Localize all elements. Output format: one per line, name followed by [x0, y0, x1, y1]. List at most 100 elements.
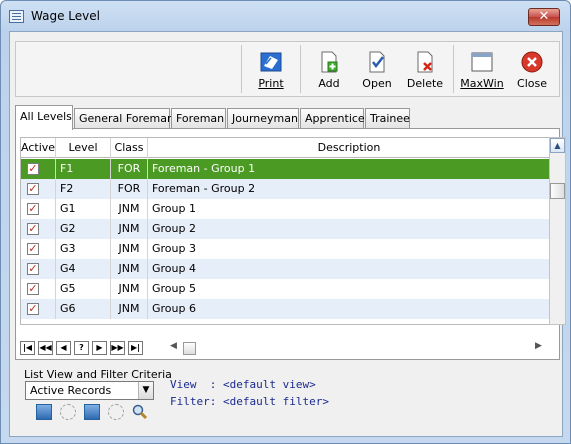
column-header-class[interactable]: Class	[111, 138, 148, 158]
view-criteria-text: View : <default view>	[170, 378, 316, 391]
delete-button[interactable]: Delete	[400, 46, 450, 94]
description-cell: Group 3	[148, 239, 549, 259]
open-button[interactable]: Open	[352, 46, 402, 94]
toolbar-separator	[241, 45, 242, 93]
active-checkbox[interactable]: ✓	[27, 183, 39, 195]
print-icon	[260, 52, 282, 72]
title-bar[interactable]: Wage Level ✕	[1, 1, 570, 31]
scroll-thumb[interactable]	[550, 183, 565, 199]
active-cell: ✓	[21, 239, 56, 259]
dropdown-arrow-icon[interactable]: ▼	[138, 382, 153, 399]
grid-panel: Active Level Class Description ✓ F1 FOR For…	[15, 128, 566, 360]
last-record-button[interactable]: ▶|	[128, 341, 143, 355]
window-list-icon	[9, 10, 24, 23]
class-cell: JNM	[111, 219, 148, 239]
delete-document-icon	[417, 51, 433, 73]
active-cell: ✓	[21, 199, 56, 219]
toolbar: Print Add Open Delete MaxWin Close	[15, 41, 560, 97]
active-cell: ✓	[21, 219, 56, 239]
tab-apprentice[interactable]: Apprentice	[300, 108, 365, 129]
description-cell: Foreman - Group 2	[148, 179, 549, 199]
toolbar-separator	[453, 45, 454, 93]
tab-journeyman[interactable]: Journeyman	[227, 108, 299, 129]
window-title: Wage Level	[31, 9, 100, 23]
scroll-right-button[interactable]: ▶	[535, 341, 542, 351]
class-cell: JNM	[111, 279, 148, 299]
filter-section-label: List View and Filter Criteria	[24, 368, 172, 381]
class-cell: FOR	[111, 179, 148, 199]
active-cell: ✓	[21, 279, 56, 299]
tab-foreman[interactable]: Foreman	[171, 108, 226, 129]
record-help-button[interactable]: ?	[74, 341, 89, 355]
active-checkbox[interactable]: ✓	[27, 303, 39, 315]
refresh-view-icon[interactable]	[60, 404, 76, 420]
grid-header: Active Level Class Description	[21, 138, 549, 158]
next-record-button[interactable]: ▶	[92, 341, 107, 355]
close-circle-icon	[521, 51, 543, 73]
table-row[interactable]: ✓ F1 FOR Foreman - Group 1	[21, 159, 549, 179]
client-area: Print Add Open Delete MaxWin Close All L…	[9, 31, 566, 437]
description-cell: Group 1	[148, 199, 549, 219]
search-icon[interactable]	[132, 404, 148, 420]
active-cell: ✓	[21, 299, 56, 319]
scroll-up-button[interactable]: ▲	[550, 138, 565, 153]
column-header-active[interactable]: Active	[21, 138, 56, 158]
active-cell: ✓	[21, 159, 56, 179]
active-checkbox[interactable]: ✓	[27, 283, 39, 295]
active-checkbox[interactable]: ✓	[27, 203, 39, 215]
column-header-description[interactable]: Description	[148, 138, 549, 158]
class-cell: JNM	[111, 299, 148, 319]
record-filter-dropdown[interactable]: Active Records ▼	[25, 381, 154, 400]
active-checkbox[interactable]: ✓	[27, 263, 39, 275]
tab-trainee[interactable]: Trainee	[365, 108, 410, 129]
active-checkbox[interactable]: ✓	[27, 243, 39, 255]
level-cell: F2	[56, 179, 111, 199]
refresh-filter-icon[interactable]	[108, 404, 124, 420]
next-page-button[interactable]: ▶▶	[110, 341, 125, 355]
description-cell: Group 5	[148, 279, 549, 299]
previous-page-button[interactable]: ◀◀	[38, 341, 53, 355]
level-tabs: All Levels General Foreman Foreman Journ…	[15, 105, 560, 130]
first-record-button[interactable]: |◀	[20, 341, 35, 355]
level-cell: G6	[56, 299, 111, 319]
table-row[interactable]: ✓ G3 JNM Group 3	[21, 239, 549, 259]
table-row[interactable]: ✓ G6 JNM Group 6	[21, 299, 549, 319]
open-document-icon	[369, 51, 385, 73]
toolbar-separator	[300, 45, 301, 93]
active-checkbox[interactable]: ✓	[27, 163, 39, 175]
class-cell: JNM	[111, 259, 148, 279]
view-settings-icon[interactable]	[36, 404, 52, 420]
tab-general-foreman[interactable]: General Foreman	[74, 108, 174, 129]
column-header-level[interactable]: Level	[56, 138, 111, 158]
previous-record-button[interactable]: ◀	[56, 341, 71, 355]
wage-level-grid[interactable]: Active Level Class Description ✓ F1 FOR For…	[20, 137, 550, 325]
table-row[interactable]: ✓ G2 JNM Group 2	[21, 219, 549, 239]
active-cell: ✓	[21, 259, 56, 279]
table-row[interactable]: ✓ G1 JNM Group 1	[21, 199, 549, 219]
close-button[interactable]: Close	[507, 46, 557, 94]
maxwin-button[interactable]: MaxWin	[457, 46, 507, 94]
class-cell: FOR	[111, 159, 148, 179]
active-checkbox[interactable]: ✓	[27, 223, 39, 235]
active-cell: ✓	[21, 179, 56, 199]
table-row[interactable]: ✓ F2 FOR Foreman - Group 2	[21, 179, 549, 199]
record-filter-value: Active Records	[30, 384, 112, 397]
level-cell: G4	[56, 259, 111, 279]
filter-settings-icon[interactable]	[84, 404, 100, 420]
tab-all-levels[interactable]: All Levels	[15, 105, 73, 130]
maximize-window-icon	[471, 52, 493, 72]
level-cell: F1	[56, 159, 111, 179]
horizontal-scroll-thumb[interactable]	[183, 342, 196, 355]
window-close-button[interactable]: ✕	[528, 8, 560, 26]
level-cell: G3	[56, 239, 111, 259]
horizontal-scrollbar[interactable]: ◀ ▶	[168, 341, 546, 356]
vertical-scrollbar[interactable]: ▲	[549, 137, 566, 325]
print-button[interactable]: Print	[246, 46, 296, 94]
add-button[interactable]: Add	[304, 46, 354, 94]
wage-level-window: Wage Level ✕ Print Add Open Delete MaxWi…	[0, 0, 571, 444]
level-cell: G1	[56, 199, 111, 219]
table-row[interactable]: ✓ G5 JNM Group 5	[21, 279, 549, 299]
description-cell: Foreman - Group 1	[148, 159, 549, 179]
table-row[interactable]: ✓ G4 JNM Group 4	[21, 259, 549, 279]
scroll-left-button[interactable]: ◀	[170, 341, 177, 351]
